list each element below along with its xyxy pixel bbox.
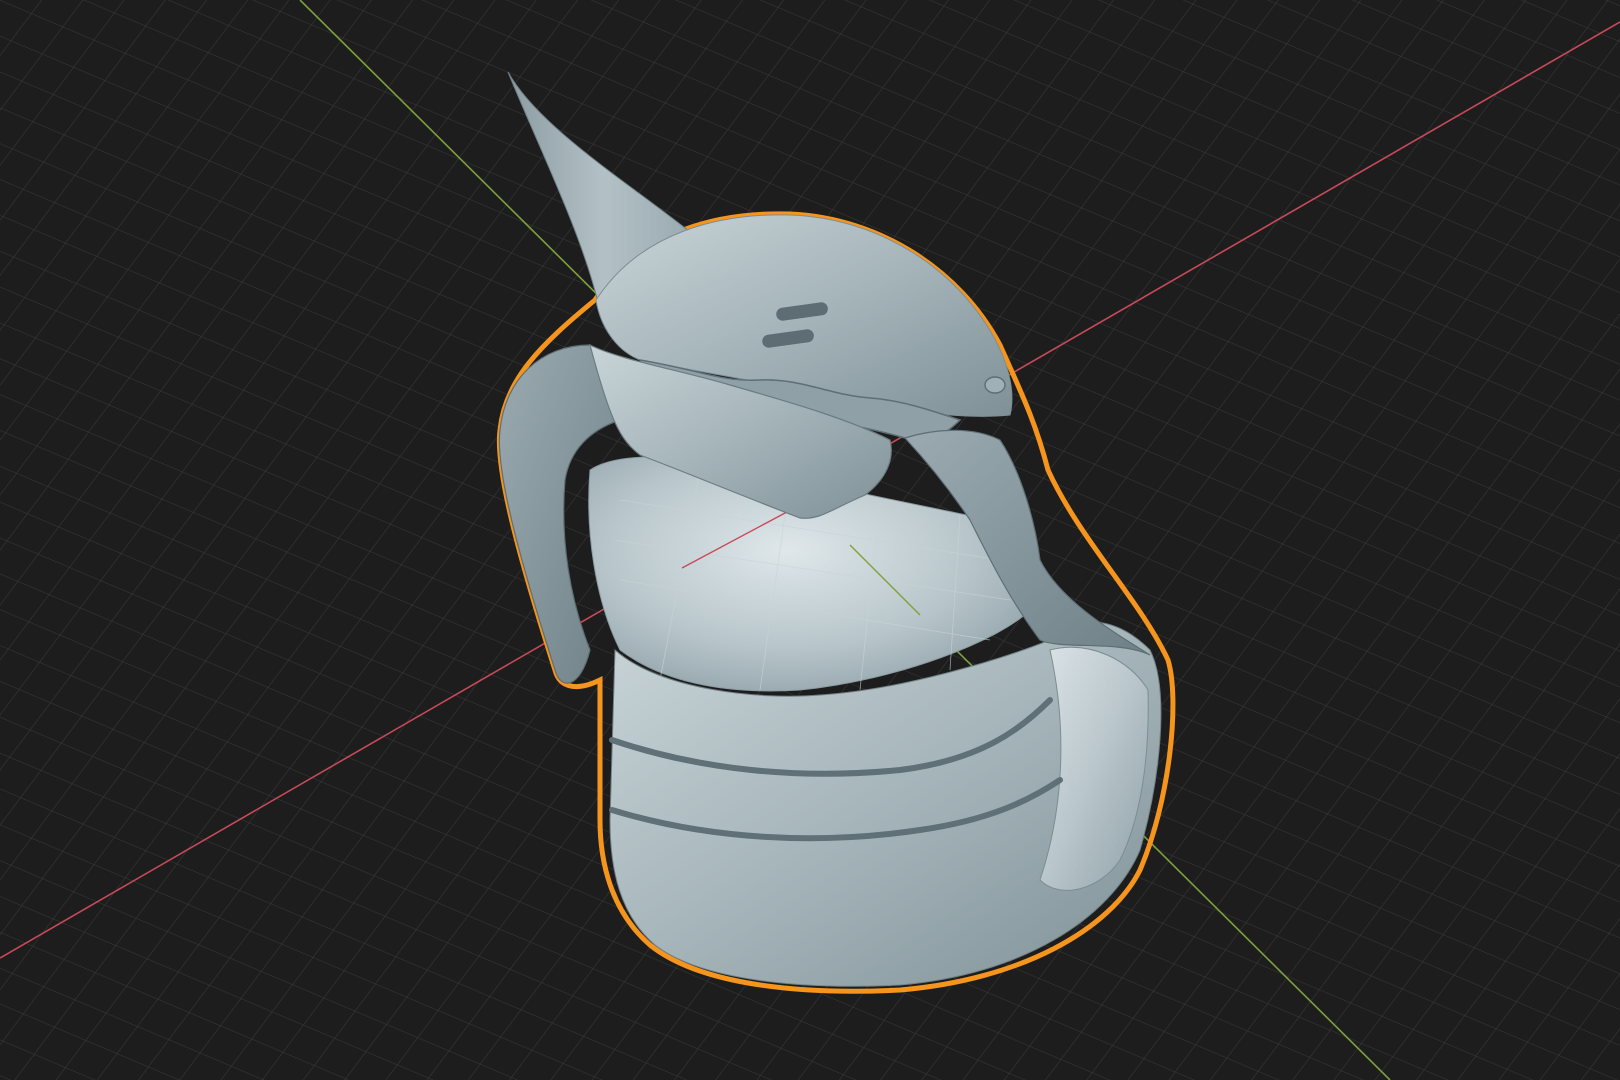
viewport-canvas[interactable] [0,0,1620,1080]
3d-viewport[interactable] [0,0,1620,1080]
hinge-knob [984,376,1006,394]
